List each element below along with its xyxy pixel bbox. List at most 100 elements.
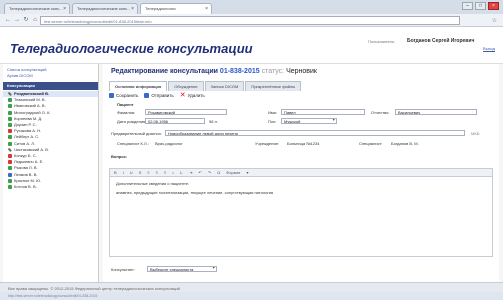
sex-select[interactable]: Мужской bbox=[281, 118, 337, 124]
home-icon[interactable]: ⌂ bbox=[31, 17, 39, 24]
request-text-editor[interactable]: Дополнительные сведения о пациенте: анам… bbox=[109, 177, 493, 257]
editor-tool-button[interactable]: B bbox=[114, 170, 117, 175]
consultant-value: Богданов В. М. bbox=[391, 141, 419, 146]
editor-tool-button[interactable]: Формат bbox=[226, 170, 240, 175]
floppy-icon bbox=[109, 93, 114, 98]
browser-tab-1[interactable]: Телерадиологические конс... × bbox=[4, 3, 70, 14]
tab-discussion[interactable]: Обсуждение bbox=[168, 81, 204, 91]
close-icon[interactable]: × bbox=[131, 6, 134, 12]
consultant-label: Специалист: bbox=[359, 141, 383, 146]
sidebar-section-header: Консультации bbox=[3, 82, 98, 90]
browser-status-bar: http://test.server.ru/teleradiology/cons… bbox=[0, 292, 503, 300]
editor-tool-button[interactable]: U bbox=[130, 170, 133, 175]
browser-tab-2[interactable]: Телерадиологические конс... × bbox=[72, 3, 138, 14]
delete-button[interactable]: ✕ Удалить bbox=[179, 92, 205, 99]
send-label: Отправить bbox=[151, 93, 174, 98]
name-field[interactable]: Павел bbox=[281, 109, 365, 115]
green-status-icon bbox=[8, 116, 12, 121]
editor-tool-button[interactable]: ≡ bbox=[156, 170, 158, 175]
minimize-button[interactable]: – bbox=[462, 2, 473, 10]
browser-tab-bar: Телерадиологические конс... × Телерадиол… bbox=[0, 0, 503, 14]
send-icon bbox=[144, 93, 150, 98]
user-name: Богданов Сергей Игоревич bbox=[407, 38, 475, 44]
green-status-icon bbox=[8, 178, 12, 183]
age-value: 58 л. bbox=[209, 119, 219, 124]
sidebar-link-dicom-archive[interactable]: Архив DICOM bbox=[3, 73, 98, 79]
browser-tab-label: Телерадиологические конс... bbox=[77, 6, 131, 11]
tab-dicom[interactable]: Записи DICOM bbox=[204, 81, 245, 91]
sidebar-consult-label: Корнеева М. Д. bbox=[14, 115, 43, 121]
sidebar: Список консультаций Архив DICOM Консульт… bbox=[3, 64, 99, 282]
red-status-icon bbox=[8, 153, 12, 158]
sidebar-consult-label: Конкур Б. С. bbox=[14, 152, 37, 158]
sidebar-consult-label: Котлов В. В. bbox=[14, 183, 37, 189]
window-controls: – □ × bbox=[462, 2, 499, 10]
sidebar-consult-label: Чистяковский А. В. bbox=[14, 146, 49, 152]
editor-tool-button[interactable]: I bbox=[123, 170, 124, 175]
icd-label: МКБ: bbox=[471, 131, 481, 136]
green-status-icon bbox=[8, 104, 12, 109]
status-badge: Черновик bbox=[286, 68, 317, 75]
editor-paragraph: анамнез, предыдущие госпитализации, теку… bbox=[116, 190, 274, 195]
browser-tab-label: Телерадиология bbox=[145, 6, 176, 11]
editor-tool-button[interactable]: ↷ bbox=[208, 170, 211, 175]
green-status-icon bbox=[8, 98, 12, 103]
sidebar-consult-label: Русакова А. Н. bbox=[14, 128, 42, 134]
surname-field[interactable]: Роздвиговский bbox=[145, 109, 227, 115]
consultant-select[interactable]: Выберите специалиста bbox=[147, 266, 217, 272]
address-bar: ← → ↻ ⌂ test.server.ru/teleradiology/con… bbox=[0, 14, 503, 27]
surname-label: Фамилия: bbox=[117, 110, 136, 115]
sidebar-consult-label: Лезмов В. В. bbox=[14, 171, 38, 177]
close-icon[interactable]: × bbox=[63, 6, 66, 12]
maximize-button[interactable]: □ bbox=[475, 2, 486, 10]
app-header: Телерадиологические консультации Пользов… bbox=[0, 27, 503, 64]
editor-tool-button[interactable]: S bbox=[139, 170, 142, 175]
save-button[interactable]: Сохранить bbox=[109, 93, 138, 98]
blue-status-icon bbox=[8, 172, 12, 177]
editor-tool-button[interactable]: ≡ bbox=[164, 170, 166, 175]
tab-main-info[interactable]: Основная информация bbox=[109, 81, 168, 91]
request-label: Вопрос: bbox=[111, 154, 128, 159]
close-icon[interactable]: × bbox=[205, 6, 208, 12]
reload-icon[interactable]: ↻ bbox=[22, 17, 30, 24]
url-input[interactable]: test.server.ru/teleradiology/consult/edi… bbox=[40, 16, 460, 25]
editor-tool-button[interactable]: Ω bbox=[217, 170, 220, 175]
editor-tool-button[interactable]: ⇥ bbox=[189, 170, 192, 175]
send-button[interactable]: Отправить bbox=[144, 93, 174, 98]
sidebar-consult-item[interactable]: Котлов В. В. bbox=[3, 184, 98, 190]
patient-section-header: Пациент bbox=[117, 102, 134, 107]
hospital-value: Больница №1234 bbox=[287, 141, 320, 146]
editor-tool-button[interactable]: 1. bbox=[180, 170, 183, 175]
editor-tool-button[interactable]: • bbox=[172, 170, 173, 175]
forward-arrow-icon[interactable]: → bbox=[13, 17, 21, 24]
pencil-icon bbox=[8, 92, 12, 97]
rich-text-toolbar: B I U S ≡ ≡ ≡ • 1. ⇥ ↶ ↷ Ω Формат ▾ bbox=[109, 168, 493, 177]
editor-tool-button[interactable]: ▾ bbox=[246, 170, 248, 175]
sidebar-consult-label: Дорзин Р. С. bbox=[14, 122, 37, 128]
sex-label: Пол: bbox=[268, 119, 277, 124]
sidebar-consult-label: Ледькевич А. Е. bbox=[14, 159, 44, 165]
red-status-icon bbox=[8, 160, 12, 165]
star-icon[interactable]: ☆ bbox=[492, 17, 497, 24]
delete-x-icon: ✕ bbox=[179, 92, 186, 99]
sidebar-consult-label: Роздвиговский В. bbox=[14, 91, 50, 97]
close-window-button[interactable]: × bbox=[488, 2, 499, 10]
logout-link[interactable]: Выход bbox=[483, 46, 495, 51]
pencil-icon bbox=[8, 147, 12, 152]
tab-files[interactable]: Прикреплённые файлы bbox=[245, 81, 302, 91]
browser-tab-3[interactable]: Телерадиология × bbox=[140, 3, 212, 14]
sidebar-consult-label: Тевьянский М. В. bbox=[14, 97, 46, 103]
consultant-select-label: Консультант: bbox=[111, 267, 135, 272]
sidebar-consult-list: Роздвиговский В. Тевьянский М. В. Ивановск… bbox=[3, 91, 98, 190]
status-label: статус: bbox=[261, 68, 285, 75]
patronymic-field[interactable]: Васильевич bbox=[395, 109, 477, 115]
editor-tool-button[interactable]: ≡ bbox=[147, 170, 149, 175]
dob-field[interactable]: 02.06.1956 bbox=[145, 118, 205, 124]
back-arrow-icon[interactable]: ← bbox=[4, 17, 12, 24]
sidebar-consult-label: Лейберг А. С. bbox=[14, 134, 40, 140]
editor-tool-button[interactable]: ↶ bbox=[199, 170, 202, 175]
diagnosis-field[interactable]: Новообразование левой доли печени bbox=[165, 130, 465, 136]
name-label: Имя: bbox=[268, 110, 277, 115]
hospital-label: Учреждение: bbox=[255, 141, 280, 146]
page-title: Редактирование консультации 01-838-2015 … bbox=[111, 68, 317, 75]
